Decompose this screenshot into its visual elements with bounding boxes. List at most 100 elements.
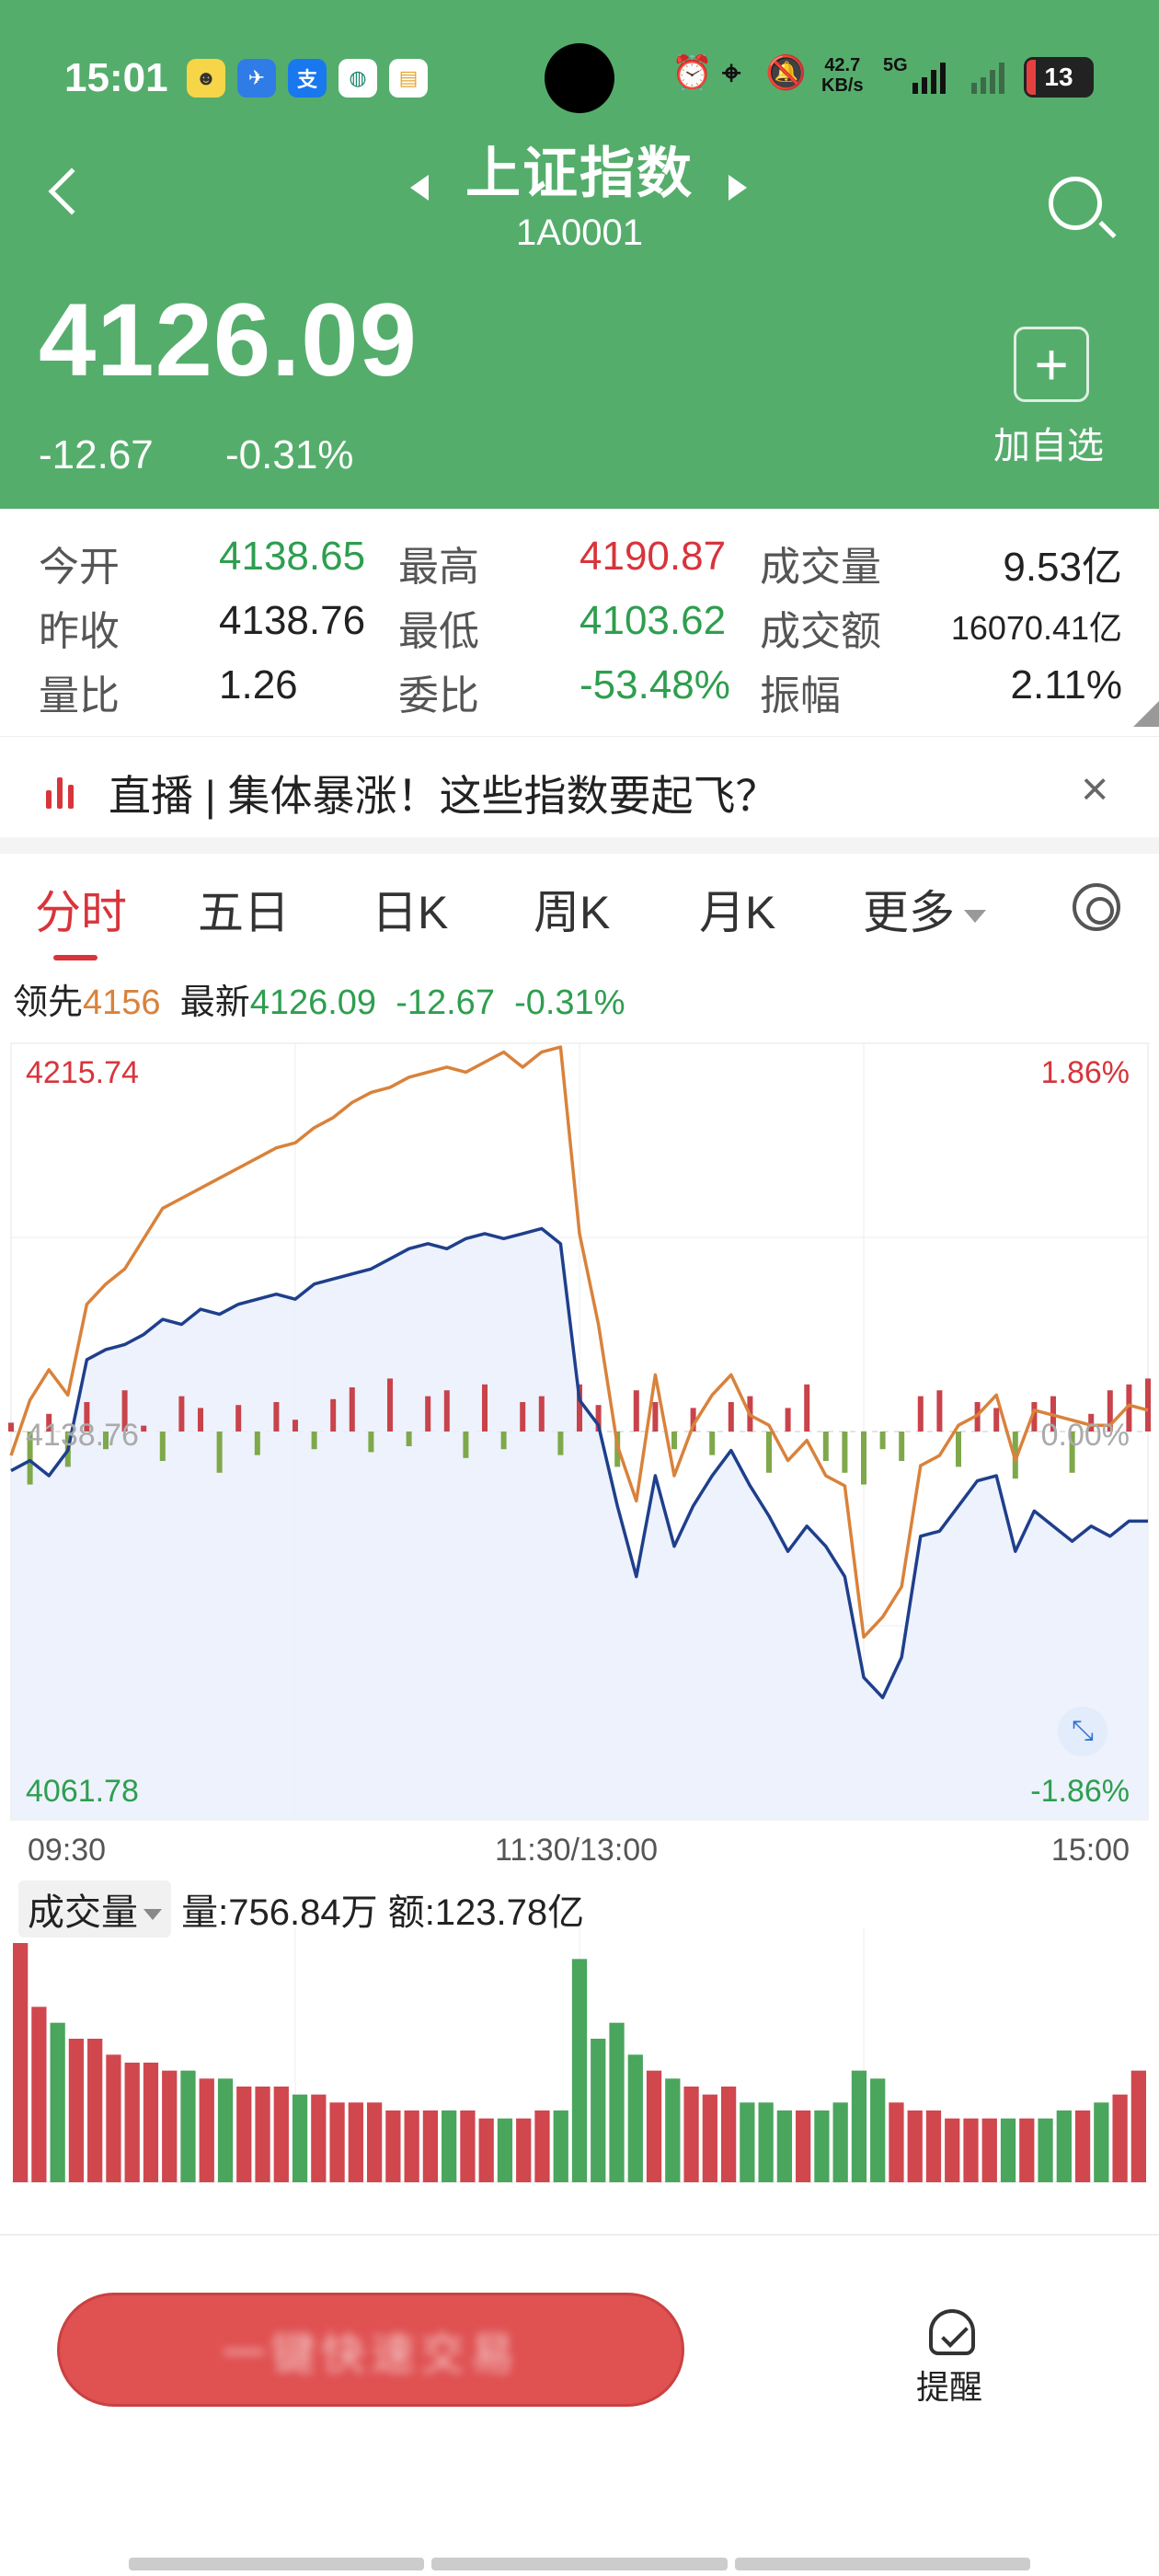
stat-label: 委比	[398, 673, 479, 719]
tab-monthly-k[interactable]: 月K	[699, 876, 775, 942]
lead-value: 4156	[83, 983, 161, 1022]
tab-intraday[interactable]: 分时	[35, 876, 127, 942]
flow-bar	[293, 1420, 298, 1432]
flow-bar	[198, 1408, 203, 1432]
volume-bar	[981, 2118, 997, 2182]
volume-bar	[1074, 2110, 1091, 2182]
stat-value: 16070.41亿	[950, 609, 1122, 647]
stat-value: 4190.87	[580, 534, 727, 579]
tab-daily-k[interactable]: 日K	[372, 876, 448, 942]
fullscreen-icon[interactable]: ⤡	[1058, 1707, 1107, 1756]
expand-corner-icon[interactable]	[1133, 701, 1159, 727]
current-price: 4126.09	[39, 282, 418, 397]
volume-bar	[217, 2078, 234, 2182]
flow-bar	[899, 1432, 905, 1461]
section-divider	[0, 837, 1159, 854]
volume-bar	[329, 2102, 345, 2182]
chart-tabs: 分时 五日 日K 周K 月K 更多	[0, 856, 1159, 966]
mute-icon: 🔕	[765, 53, 807, 91]
volume-bar	[13, 1943, 29, 2182]
volume-chart[interactable]	[0, 1928, 1159, 2191]
gear-icon[interactable]	[1073, 883, 1120, 931]
flow-bar	[671, 1432, 677, 1450]
volume-bar	[31, 2007, 47, 2182]
volume-bar	[720, 2087, 737, 2182]
volume-bar	[609, 2022, 625, 2182]
volume-bar	[50, 2022, 65, 2182]
volume-info: 量:756.84万 额:123.78亿	[181, 1892, 585, 1933]
tab-five-day[interactable]: 五日	[198, 876, 290, 942]
live-text[interactable]: 直播 | 集体暴涨！这些指数要起飞？	[109, 763, 778, 823]
flow-bar	[387, 1378, 393, 1432]
stat-label: 今开	[39, 545, 120, 590]
close-icon[interactable]: ×	[1081, 765, 1108, 813]
y-max-label: 4215.74	[26, 1055, 139, 1090]
flow-bar	[141, 1425, 147, 1432]
volume-bar	[478, 2118, 494, 2182]
trade-button[interactable]: 一键快速交易	[57, 2293, 684, 2407]
x-mid-label: 11:30/13:00	[495, 1833, 659, 1868]
alert-label[interactable]: 提醒	[916, 2361, 982, 2409]
y-min-label: 4061.78	[26, 1774, 139, 1809]
flow-bar	[482, 1384, 488, 1432]
flow-bar	[879, 1432, 886, 1450]
volume-bar	[273, 2087, 289, 2182]
flow-bar	[500, 1432, 507, 1450]
volume-bar	[1019, 2118, 1035, 2182]
flow-bar	[349, 1387, 355, 1432]
live-bars-icon	[46, 776, 79, 809]
tab-more[interactable]: 更多	[863, 876, 986, 942]
y-base-label: 4138.76	[26, 1418, 139, 1453]
volume-bar	[87, 2039, 103, 2182]
volume-bar	[180, 2070, 196, 2182]
stat-label: 最高	[398, 545, 479, 590]
next-index-icon[interactable]	[729, 175, 747, 201]
alert-bell-icon[interactable]	[929, 2309, 975, 2355]
flow-bar	[956, 1432, 961, 1467]
volume-bar	[162, 2070, 178, 2182]
intraday-chart[interactable]	[0, 1030, 1159, 1877]
alarm-clock-icon: ⏰	[671, 53, 713, 91]
net-speed-value: 42.7	[824, 55, 861, 75]
add-watchlist-button[interactable]: +	[1014, 327, 1089, 402]
search-icon[interactable]	[1049, 177, 1102, 230]
weibo-icon: ☻	[187, 59, 225, 98]
volume-bar	[646, 2070, 662, 2182]
battery-level: 13	[1044, 63, 1073, 91]
flow-bar	[273, 1402, 280, 1432]
add-watchlist-label[interactable]: 加自选	[993, 416, 1104, 469]
chevron-down-icon	[143, 1909, 162, 1921]
alipay-icon: 支	[288, 59, 327, 98]
stat-value: 4103.62	[580, 598, 727, 643]
volume-bar	[814, 2110, 830, 2182]
flow-bar	[159, 1432, 166, 1461]
volume-bar	[889, 2102, 904, 2182]
price-change-pct: -0.31%	[225, 432, 354, 477]
trade-button-label: 一键快速交易	[221, 2330, 520, 2379]
volume-bar	[255, 2087, 270, 2182]
tab-weekly-k[interactable]: 周K	[534, 876, 610, 942]
volume-bar	[571, 1959, 588, 2182]
stat-value: 4138.76	[219, 598, 366, 643]
volume-bar	[366, 2102, 383, 2182]
status-bar: 15:01 ☻ ✈ 支 ◍ ▤ ⏰ ⌖ 🔕 42.7 KB/s 5G 13	[0, 37, 1159, 120]
flow-bar	[766, 1432, 772, 1473]
flow-bar	[652, 1402, 659, 1432]
net-speed: 42.7 KB/s	[821, 55, 864, 96]
flow-bar	[709, 1432, 716, 1455]
volume-bar	[1038, 2118, 1053, 2182]
volume-bar	[1130, 2070, 1146, 2182]
stat-label: 成交量	[760, 545, 881, 590]
x-end-label: 15:00	[1050, 1833, 1130, 1868]
flow-bar	[728, 1402, 734, 1432]
flow-bar	[216, 1432, 223, 1473]
live-banner[interactable]: 直播 | 集体暴涨！这些指数要起飞？	[0, 736, 1159, 837]
volume-bar	[143, 2063, 159, 2182]
volume-bar	[236, 2087, 252, 2182]
volume-bar	[348, 2102, 363, 2182]
flow-bar	[842, 1432, 848, 1473]
net-speed-unit: KB/s	[821, 75, 864, 96]
pct-min-label: -1.86%	[1030, 1774, 1130, 1809]
plus-icon: +	[1034, 331, 1069, 397]
flow-bar	[861, 1432, 866, 1485]
